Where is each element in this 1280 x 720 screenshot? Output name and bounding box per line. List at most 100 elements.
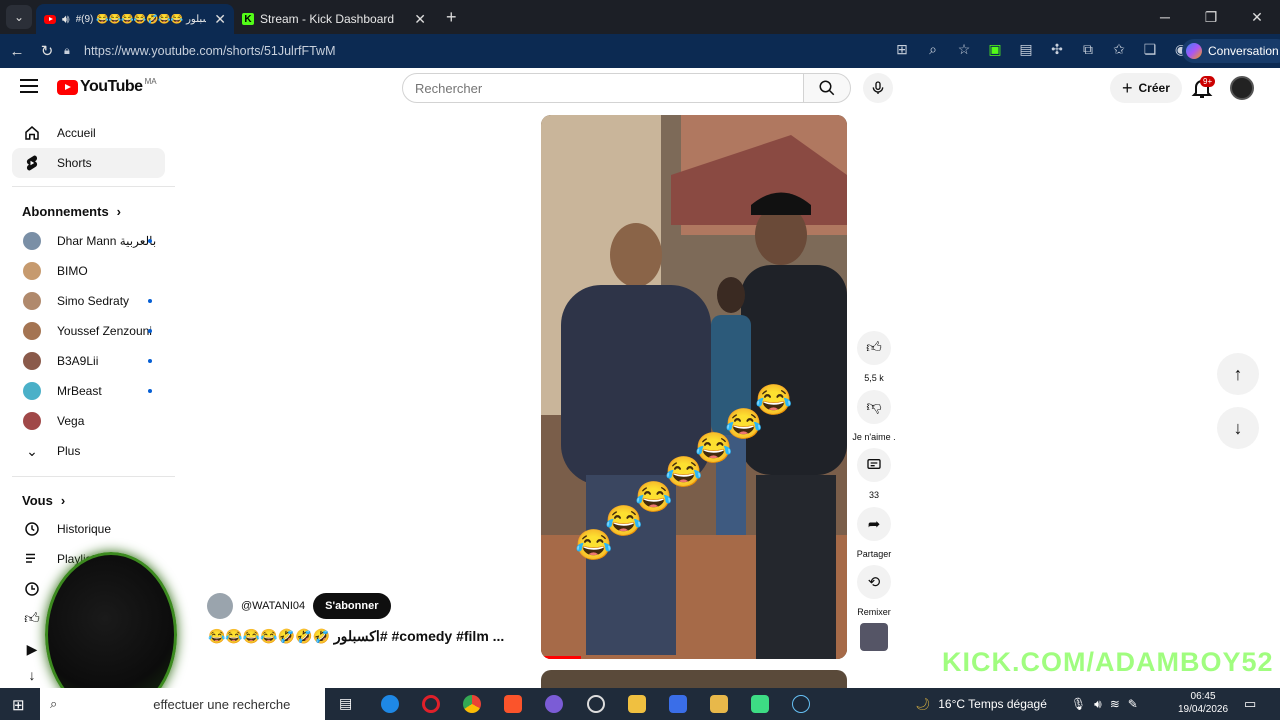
comment-icon (867, 459, 881, 469)
microphone-icon[interactable]: 🎙︎ (1071, 697, 1086, 711)
remix-label: Remixer (857, 607, 891, 617)
next-short-preview[interactable] (541, 670, 847, 690)
close-tab-icon[interactable]: ✕ (414, 11, 426, 28)
new-content-dot (148, 329, 152, 333)
channel-name: Vega (57, 414, 85, 428)
steam-icon[interactable] (792, 695, 810, 713)
sidebar-item-subscription[interactable]: Vega (12, 406, 165, 436)
sidebar-item-home[interactable]: Accueil (12, 118, 165, 148)
sound-thumbnail[interactable] (860, 623, 888, 651)
file-explorer-icon[interactable] (710, 695, 728, 713)
edge-icon[interactable] (381, 695, 399, 713)
address-toolbar: ← ↻ 🔒︎ https://www.youtube.com/shorts/51… (0, 34, 1280, 68)
video-progress-bar[interactable] (541, 656, 581, 659)
video-icon: ▶︎ (26, 640, 38, 657)
dislike-button[interactable]: 👎︎ Je n'aime . (852, 390, 896, 442)
windows-start-icon[interactable]: ⊞ (12, 696, 25, 714)
collections-icon[interactable]: ❏ (1140, 41, 1160, 58)
weather-text[interactable]: 16°C Temps dégagé (938, 697, 1047, 711)
kick-extension-icon[interactable]: ▣ (985, 41, 1005, 58)
favorite-star-icon[interactable]: ☆ (954, 41, 974, 58)
extensions-icon[interactable]: ✣ (1047, 41, 1067, 58)
share-button[interactable]: ➦ Partager (856, 507, 892, 559)
refresh-icon[interactable]: ↻ (32, 42, 62, 60)
sidebar-item-more[interactable]: ⌄ Plus (12, 436, 165, 466)
sidebar-item-subscription[interactable]: Simo Sedraty (12, 286, 165, 316)
new-tab-icon[interactable]: + (446, 7, 457, 28)
hamburger-menu-icon[interactable] (20, 79, 38, 93)
chevron-down-icon: ⌄ (26, 442, 38, 459)
next-short-button[interactable]: ↓ (1217, 407, 1259, 449)
taskbar-search[interactable]: ⌕ effectuer une recherche (40, 688, 325, 720)
app-icon[interactable] (669, 695, 687, 713)
sidebar-item-subscription[interactable]: BIMO (12, 256, 165, 286)
video-frame (541, 115, 847, 659)
task-view-icon[interactable]: ▤ (339, 695, 357, 713)
search-input[interactable] (402, 73, 804, 103)
close-window-icon[interactable]: ✕ (1234, 9, 1280, 26)
create-label: Créer (1138, 81, 1170, 95)
chevron-down-icon: ↓ (28, 667, 36, 683)
you-header[interactable]: Vous › (22, 493, 65, 508)
zoom-icon[interactable]: ⌕ (923, 41, 943, 58)
channel-handle[interactable]: @WATANI04 (241, 600, 305, 612)
subscriptions-header[interactable]: Abonnements › (22, 204, 121, 219)
minimize-icon[interactable]: ─ (1142, 9, 1188, 26)
comments-button[interactable]: 33 (856, 448, 892, 500)
brave-icon[interactable] (504, 695, 522, 713)
search-button[interactable] (803, 73, 851, 103)
url-field[interactable]: 🔒︎ https://www.youtube.com/shorts/51Julr… (64, 37, 964, 65)
speaker-icon[interactable]: 🔊︎ (62, 12, 70, 27)
channel-avatar (23, 352, 41, 370)
previous-short-button[interactable]: ↑ (1217, 353, 1259, 395)
split-screen-icon[interactable]: ⧉ (1078, 41, 1098, 58)
thumbs-down-icon: 👎︎ (866, 398, 882, 415)
youtube-header: YouTube MA + Créer 9+ (0, 68, 1280, 108)
channel-avatar[interactable] (207, 593, 233, 619)
short-caption[interactable]: 😂😂😂😂🤣🤣🤣 اكسبلور# #comedy #film ... (208, 628, 538, 645)
tab-actions-menu[interactable]: ⌄ (6, 5, 32, 29)
lock-icon[interactable]: 🔒︎ (64, 45, 84, 58)
window-controls: ─ ❐ ✕ (1142, 9, 1280, 26)
tab-youtube[interactable]: 🔊︎ #اكسبلور 😂😂🤣😂😂😂😂 (9) ✕ (36, 4, 234, 34)
app-icon[interactable] (751, 695, 769, 713)
back-icon[interactable]: ← (2, 43, 32, 60)
taskbar-clock[interactable]: 06:45 19/04/2026 (1178, 690, 1228, 716)
youtube-play-icon (57, 79, 78, 95)
app-icon[interactable] (545, 695, 563, 713)
apps-icon[interactable]: ⊞ (892, 41, 912, 58)
sidebar-item-shorts[interactable]: Shorts (12, 148, 165, 178)
sidebar-item-history[interactable]: Historique (12, 514, 165, 544)
media-icon[interactable]: ▤ (1016, 41, 1036, 58)
restore-icon[interactable]: ❐ (1188, 9, 1234, 26)
sidebar-item-subscription[interactable]: MrBeast (12, 376, 165, 406)
sidebar-item-subscription[interactable]: Youssef Zenzouni (12, 316, 165, 346)
volume-icon[interactable]: 🔊︎ (1094, 697, 1102, 712)
voice-search-button[interactable] (863, 73, 893, 103)
pen-icon[interactable]: ✎ (1128, 697, 1138, 711)
store-icon[interactable] (628, 695, 646, 713)
sidebar-item-subscription[interactable]: Dhar Mann بالعربية (12, 226, 165, 256)
chrome-icon[interactable] (463, 695, 481, 713)
obs-icon[interactable] (587, 695, 605, 713)
like-button[interactable]: 👍︎ 5,5 k (856, 331, 892, 383)
tab-kick[interactable]: K Stream - Kick Dashboard ✕ (234, 4, 434, 34)
favorites-icon[interactable]: ✩ (1109, 41, 1129, 58)
notifications-icon[interactable]: ▭ (1244, 696, 1256, 712)
copilot-conversation-button[interactable]: Conversation (1182, 39, 1280, 63)
wifi-icon[interactable]: ≋ (1110, 697, 1120, 711)
youtube-logo[interactable]: YouTube MA (57, 77, 157, 96)
create-button[interactable]: + Créer (1110, 73, 1182, 103)
subscribe-button[interactable]: S'abonner (313, 593, 391, 619)
sidebar-item-subscription[interactable]: B3A9Lii (12, 346, 165, 376)
tab-title: Stream - Kick Dashboard (260, 12, 395, 26)
search-icon: ⌕ (50, 696, 58, 711)
remix-button[interactable]: ⟲ Remixer (856, 565, 892, 617)
account-avatar[interactable] (1230, 76, 1254, 100)
short-video-player[interactable]: 😂 😂 😂 😂 😂 😂 😂 (541, 115, 847, 659)
opera-icon[interactable] (422, 695, 440, 713)
kick-watermark: KICK.COM/ADAMBOY52 (942, 647, 1274, 677)
close-tab-icon[interactable]: ✕ (214, 11, 226, 28)
notifications-badge: 9+ (1200, 76, 1216, 87)
clock-icon (25, 582, 39, 596)
